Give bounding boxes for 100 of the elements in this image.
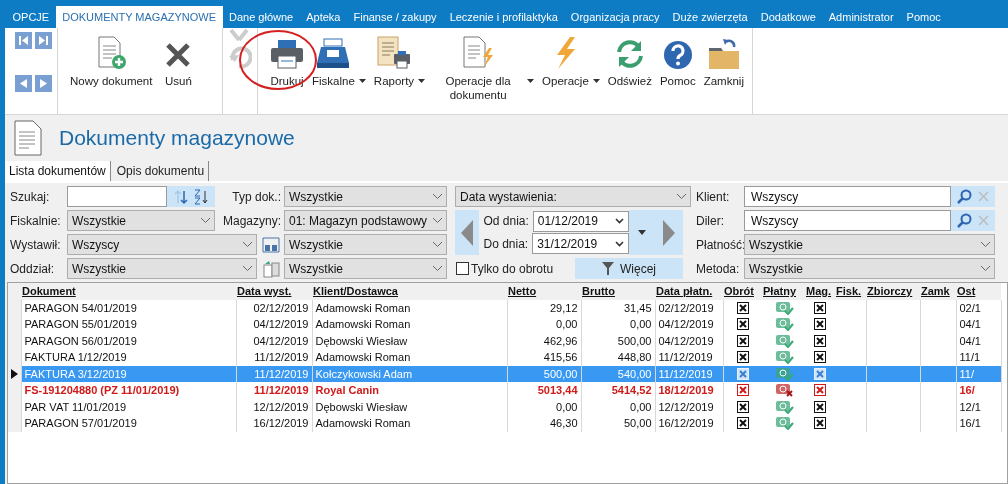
- menu-tab[interactable]: Leczenie i profilaktyka: [443, 6, 565, 28]
- column-header[interactable]: Zamk: [920, 283, 956, 300]
- table-row[interactable]: PARAGON 55/01/2019 04/12/2019 Adamowski Roman 0,00 0,00 04/12/2019 04/1: [8, 316, 1001, 333]
- dropdown[interactable]: Data wystawienia:: [455, 186, 691, 207]
- table-cell: 0,00: [507, 316, 581, 333]
- crossed-checkbox-icon: [814, 367, 826, 380]
- table-cell: 04/1: [956, 316, 1001, 333]
- table-cell: 16/1: [956, 415, 1001, 432]
- checkbox[interactable]: [456, 262, 469, 275]
- ribbon-button[interactable]: Usuń: [160, 28, 197, 114]
- column-header[interactable]: Zbiorczy: [866, 283, 920, 300]
- first-icon[interactable]: [14, 32, 32, 49]
- dropdown[interactable]: Wszystkie: [67, 210, 215, 231]
- crossed-checkbox-icon: [736, 318, 749, 331]
- menu-tab[interactable]: Dodatkowe: [754, 6, 823, 28]
- left-triangle-icon: [461, 219, 474, 246]
- menu-tab[interactable]: Dane główne: [222, 6, 300, 28]
- ribbon-button[interactable]: Pomoc: [655, 28, 700, 114]
- search-icon[interactable]: [957, 189, 973, 204]
- ribbon-button[interactable]: Fiskalne: [308, 28, 370, 114]
- dropdown[interactable]: Wszyscy: [67, 234, 257, 255]
- column-header[interactable]: Data wyst.: [236, 283, 312, 300]
- table-cell: PARAGON 57/01/2019: [21, 415, 236, 432]
- crossed-checkbox-icon: [736, 351, 749, 364]
- payment-status-icon: [773, 416, 794, 431]
- chevron-icon: [615, 240, 625, 247]
- chevron-icon: [201, 218, 210, 223]
- more-filters-button[interactable]: Więcej: [575, 258, 683, 279]
- field-label: Płatność:: [695, 236, 744, 254]
- table-cell: 04/12/2019: [236, 316, 312, 333]
- column-header[interactable]: Obrót: [723, 283, 762, 300]
- column-header[interactable]: Brutto: [581, 283, 655, 300]
- menu-tab[interactable]: Pomoc: [900, 6, 948, 28]
- payment-status-icon: [773, 366, 794, 381]
- table-cell: PARAGON 55/01/2019: [21, 316, 236, 333]
- dropdown[interactable]: Wszystkie: [744, 258, 995, 279]
- dropdown[interactable]: Wszystkie: [67, 258, 257, 279]
- column-header[interactable]: Data płatn.: [655, 283, 723, 300]
- caret-icon: [527, 79, 535, 83]
- date-field[interactable]: 31/12/2019: [532, 233, 630, 255]
- menu-tab[interactable]: DOKUMENTY MAGAZYNOWE: [55, 6, 223, 28]
- crossed-checkbox-icon: [814, 417, 826, 430]
- input-field[interactable]: [67, 186, 167, 207]
- menu-tab[interactable]: Duże zwierzęta: [666, 6, 755, 28]
- previous-period-button[interactable]: [455, 210, 480, 255]
- chevron-icon: [433, 266, 442, 271]
- table-cell: 5414,52: [581, 382, 655, 399]
- ribbon-button[interactable]: Nowy dokument: [66, 28, 157, 114]
- column-header[interactable]: Netto: [507, 283, 581, 300]
- dropdown[interactable]: 01: Magazyn podstawowy: [284, 210, 447, 231]
- document-lightning-icon: [461, 36, 496, 70]
- column-header[interactable]: Płatny: [762, 283, 805, 300]
- ribbon-button[interactable]: Zamknij: [699, 28, 748, 114]
- column-header[interactable]: Dokument: [21, 283, 236, 300]
- table-row[interactable]: FS-191204880 (PZ 11/01/2019) 11/12/2019 Royal Canin 5013,44 5414,52 18/12/2019 16/: [8, 382, 1001, 399]
- column-header[interactable]: Mag.: [805, 283, 835, 300]
- field-label: Tylko do obrotu: [471, 260, 554, 278]
- column-header[interactable]: Ost: [956, 283, 1001, 300]
- printer-icon: [270, 38, 304, 70]
- new-document-icon: [95, 36, 128, 70]
- next-icon[interactable]: [34, 74, 52, 92]
- chevron-icon: [433, 218, 442, 223]
- caret-icon[interactable]: [637, 230, 646, 235]
- document-transfer-icon: [261, 259, 280, 278]
- table-row[interactable]: PARAGON 57/01/2019 16/12/2019 Adamowski Roman 46,30 50,00 16/12/2019 16/1: [8, 415, 1001, 432]
- ribbon-button[interactable]: Operacje: [538, 28, 604, 114]
- ribbon-button[interactable]: Odśwież: [603, 28, 656, 114]
- menu-tab[interactable]: Apteka: [299, 6, 347, 28]
- crossed-checkbox-icon: [736, 384, 749, 397]
- tab[interactable]: Lista dokumentów: [5, 161, 111, 181]
- table-cell: 46,30: [507, 415, 581, 432]
- dropdown[interactable]: Wszystkie: [284, 186, 447, 207]
- chevron-icon: [433, 242, 442, 247]
- caret-icon: [418, 79, 426, 83]
- search-icon[interactable]: [957, 213, 973, 228]
- table-cell: 16/12/2019: [236, 415, 312, 432]
- menu-tab[interactable]: OPCJE: [6, 6, 56, 28]
- close-icon[interactable]: [978, 215, 990, 226]
- dropdown[interactable]: Wszystkie: [744, 234, 995, 255]
- close-icon[interactable]: [978, 191, 990, 202]
- dropdown[interactable]: Wszystkie: [284, 234, 447, 255]
- ribbon-button[interactable]: Raporty: [369, 28, 430, 114]
- table-cell: 11/12/2019: [236, 349, 312, 366]
- chevron-icon: [243, 266, 252, 271]
- dropdown[interactable]: Wszystkie: [284, 258, 447, 279]
- chevron-icon: [981, 242, 990, 247]
- chevron-icon: [677, 194, 686, 199]
- menu-tab[interactable]: Administrator: [822, 6, 901, 28]
- input-field[interactable]: Wszyscy: [744, 186, 952, 207]
- menu-tab[interactable]: Organizacja pracy: [564, 6, 666, 28]
- menu-tab[interactable]: Finanse / zakupy: [346, 6, 444, 28]
- column-header[interactable]: Fisk.: [835, 283, 866, 300]
- ribbon-button[interactable]: Operacje dla dokumentu: [429, 28, 539, 114]
- date-field[interactable]: 01/12/2019: [532, 210, 630, 232]
- last-icon[interactable]: [34, 32, 52, 49]
- chevron-icon: [243, 242, 252, 247]
- table-row[interactable]: FAKTURA 1/12/2019 11/12/2019 Adamowski Roman 415,56 448,80 11/12/2019 11/1: [8, 349, 1001, 366]
- column-header[interactable]: Klient/Dostawca: [312, 283, 507, 300]
- input-field[interactable]: Wszyscy: [744, 210, 952, 231]
- previous-icon[interactable]: [14, 74, 32, 92]
